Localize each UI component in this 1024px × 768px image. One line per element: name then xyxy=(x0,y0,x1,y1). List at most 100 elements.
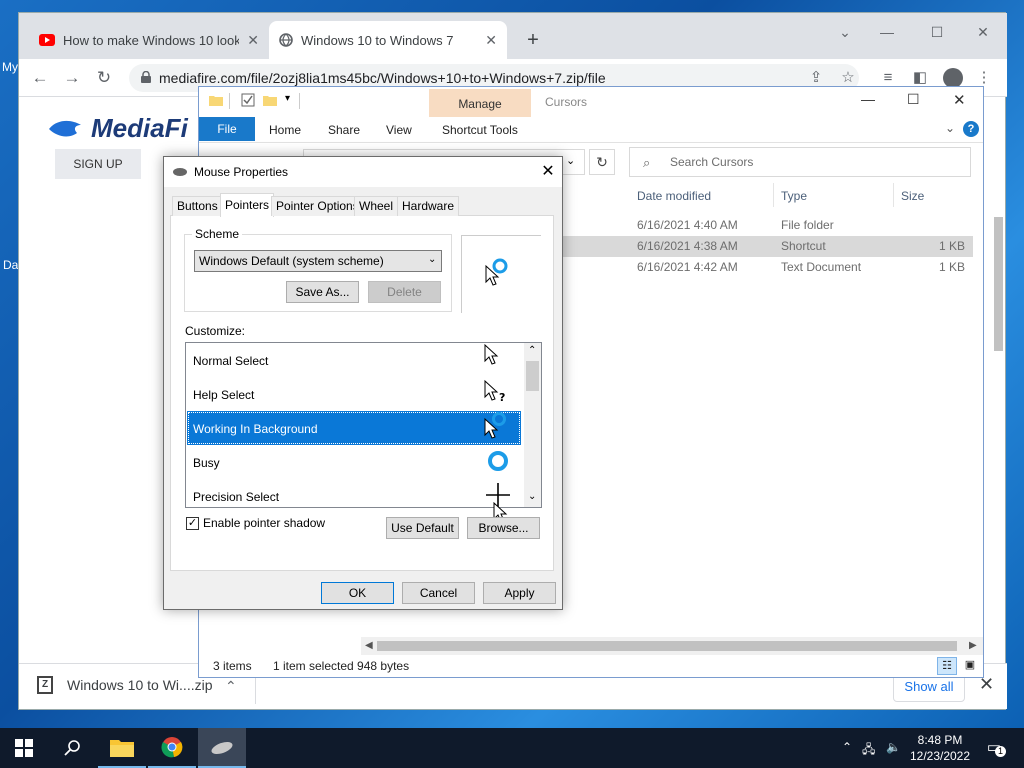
details-view-icon[interactable]: ☷ xyxy=(937,657,957,675)
lock-icon[interactable] xyxy=(141,71,151,83)
forward-button[interactable]: → xyxy=(59,65,85,91)
ribbon-expand-chevron-icon[interactable]: ⌄ xyxy=(945,121,955,135)
vertical-scrollbar-thumb[interactable] xyxy=(994,217,1003,351)
reload-button[interactable]: ↻ xyxy=(91,65,117,91)
properties-check-icon[interactable] xyxy=(241,93,255,107)
row-date: 6/16/2021 4:40 AM xyxy=(637,218,738,232)
new-folder-icon[interactable] xyxy=(263,93,277,107)
list-item-selected[interactable]: Working In Background xyxy=(187,411,521,445)
table-row[interactable]: 6/16/2021 4:42 AM Text Document 1 KB xyxy=(549,257,973,278)
scroll-down-icon[interactable]: ⌄ xyxy=(528,491,536,502)
tab-pointer-options[interactable]: Pointer Options xyxy=(271,196,364,216)
save-as-button[interactable]: Save As... xyxy=(286,281,359,303)
browse-button[interactable]: Browse... xyxy=(467,517,540,539)
cancel-button[interactable]: Cancel xyxy=(402,582,475,604)
search-input[interactable]: Search Cursors xyxy=(629,147,971,177)
back-button[interactable]: ← xyxy=(27,65,53,91)
scroll-right-icon[interactable]: ▶ xyxy=(969,640,977,651)
chevron-up-icon[interactable]: ⌃ xyxy=(225,678,237,695)
close-window-button[interactable]: ✕ xyxy=(961,19,1005,45)
volume-icon[interactable]: 🔈 xyxy=(886,740,901,754)
list-item[interactable]: Busy xyxy=(187,445,521,479)
chevron-down-icon[interactable]: ⌄ xyxy=(566,154,575,167)
tab-view[interactable]: View xyxy=(386,123,412,137)
download-item[interactable]: Z Windows 10 to Wi....zip xyxy=(37,676,213,694)
close-icon[interactable]: ✕ xyxy=(485,32,497,49)
close-window-button[interactable]: ✕ xyxy=(953,91,966,109)
working-in-background-cursor-icon xyxy=(485,258,508,286)
divider xyxy=(229,93,230,109)
scroll-left-icon[interactable]: ◀ xyxy=(365,640,373,651)
close-dialog-button[interactable]: ✕ xyxy=(536,161,560,183)
tab-share[interactable]: Share xyxy=(328,123,360,137)
taskbar: ⌃ 🖧 🔈 8:48 PM 12/23/2022 ▭ 1 xyxy=(0,728,1024,768)
tab-search-icon[interactable]: ⌄ xyxy=(823,19,867,45)
maximize-button[interactable]: ☐ xyxy=(907,91,920,108)
desktop-icon-label[interactable]: Da xyxy=(3,258,18,272)
network-icon[interactable]: 🖧 xyxy=(862,740,875,761)
quick-access-dropdown-icon[interactable]: ▾ xyxy=(285,93,290,104)
maximize-button[interactable]: ☐ xyxy=(915,19,959,45)
tab-home[interactable]: Home xyxy=(269,123,301,137)
tab-file[interactable]: File xyxy=(199,117,255,141)
start-button[interactable] xyxy=(0,728,48,768)
horizontal-scrollbar-thumb[interactable] xyxy=(377,641,957,651)
clock-time: 8:48 PM xyxy=(917,733,963,747)
minimize-button[interactable]: — xyxy=(861,91,875,107)
tab-hardware[interactable]: Hardware xyxy=(397,196,460,216)
delete-button[interactable]: Delete xyxy=(368,281,441,303)
refresh-button[interactable]: ↻ xyxy=(589,149,615,175)
tab-shortcut-tools[interactable]: Shortcut Tools xyxy=(442,123,518,137)
chrome-icon xyxy=(161,737,183,758)
signup-button[interactable]: SIGN UP xyxy=(55,149,141,179)
pointer-label: Busy xyxy=(193,456,220,470)
list-item[interactable]: Precision Select xyxy=(187,479,521,507)
tab-pointers[interactable]: Pointers xyxy=(220,193,275,217)
help-icon[interactable]: ? xyxy=(963,121,979,137)
pointer-shadow-option[interactable]: ✓ Enable pointer shadow xyxy=(186,516,325,530)
chevron-up-icon[interactable]: ⌃ xyxy=(842,740,852,754)
desktop-icon-label[interactable]: My xyxy=(2,60,18,74)
minimize-button[interactable]: — xyxy=(865,19,909,45)
mediafire-logo[interactable]: MediaFi xyxy=(47,113,188,144)
taskbar-file-explorer[interactable] xyxy=(98,728,146,768)
list-scrollbar-thumb[interactable] xyxy=(526,361,539,391)
table-row[interactable]: 6/16/2021 4:40 AM File folder xyxy=(549,215,973,236)
new-tab-button[interactable]: + xyxy=(519,27,547,55)
tab-title: Windows 10 to Windows 7 xyxy=(301,32,454,48)
explorer-ribbon: File Home Share View Shortcut Tools ⌄ ? xyxy=(199,117,983,143)
manage-context-tab[interactable]: Manage xyxy=(429,89,531,117)
column-date-modified[interactable]: Date modified xyxy=(637,189,711,203)
list-item[interactable]: Normal Select xyxy=(187,343,521,377)
checkbox-checked-icon[interactable]: ✓ xyxy=(186,516,199,530)
tab-mediafire[interactable]: Windows 10 to Windows 7 ✕ xyxy=(269,21,507,59)
profile-avatar[interactable] xyxy=(943,68,963,88)
column-size[interactable]: Size xyxy=(901,189,924,203)
taskbar-mouse-properties[interactable] xyxy=(198,728,246,768)
tab-title: How to make Windows 10 look l xyxy=(63,32,239,48)
taskbar-chrome[interactable] xyxy=(148,728,196,768)
mediafire-flame-icon xyxy=(49,120,81,136)
column-type[interactable]: Type xyxy=(781,189,807,203)
table-row-selected[interactable]: 6/16/2021 4:38 AM Shortcut 1 KB xyxy=(549,236,973,257)
scroll-up-icon[interactable]: ⌃ xyxy=(528,345,536,356)
apply-button[interactable]: Apply xyxy=(483,582,556,604)
use-default-button[interactable]: Use Default xyxy=(386,517,459,539)
divider xyxy=(299,93,300,109)
row-type: Text Document xyxy=(781,260,862,274)
large-icons-view-icon[interactable]: ▣ xyxy=(961,657,979,675)
tab-buttons[interactable]: Buttons xyxy=(172,196,223,216)
search-button[interactable] xyxy=(48,728,96,768)
chevron-down-icon[interactable]: ⌄ xyxy=(428,254,436,265)
pointer-label: Help Select xyxy=(193,388,255,402)
notification-center-icon[interactable]: ▭ 1 xyxy=(984,738,1006,758)
list-item[interactable]: Help Select ? xyxy=(187,377,521,411)
close-icon[interactable]: ✕ xyxy=(247,32,259,49)
scheme-select[interactable]: Windows Default (system scheme) xyxy=(194,250,442,272)
tab-youtube[interactable]: How to make Windows 10 look l ✕ xyxy=(29,21,269,59)
mouse-icon xyxy=(211,741,233,755)
mouse-properties-dialog: Mouse Properties ✕ Buttons Pointers Poin… xyxy=(163,156,563,610)
clock[interactable]: 8:48 PM 12/23/2022 xyxy=(904,732,976,764)
ok-button[interactable]: OK xyxy=(321,582,394,604)
tab-wheel[interactable]: Wheel xyxy=(354,196,399,216)
